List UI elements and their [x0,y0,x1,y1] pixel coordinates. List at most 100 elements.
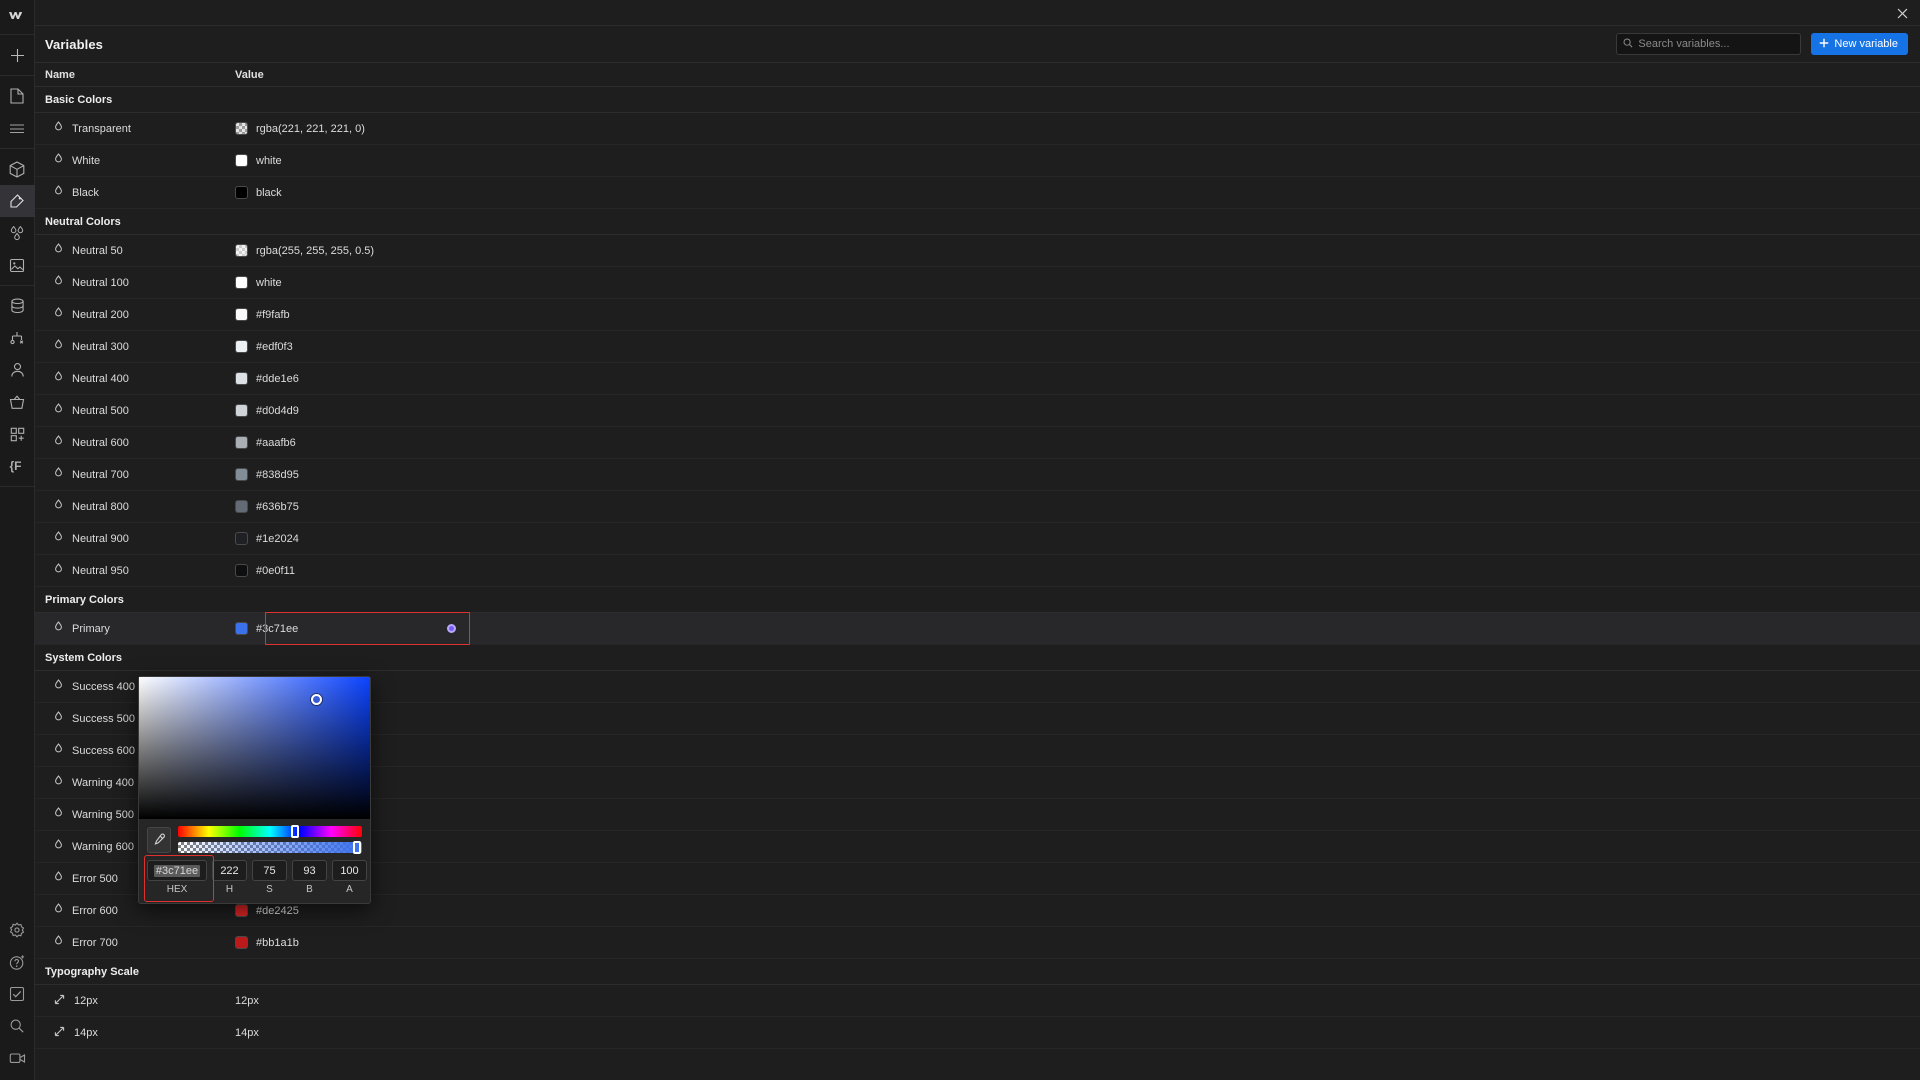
users-icon[interactable] [0,354,35,386]
table-row[interactable]: Neutral 950 #0e0f11 [35,555,1920,587]
table-row[interactable]: Primary #3c71ee [35,612,1920,645]
color-swatch[interactable] [235,404,248,417]
saturation-input[interactable]: 75 [252,860,287,881]
droplet-icon [54,435,63,450]
droplet-icon [54,871,63,886]
table-row[interactable]: Neutral 800 #636b75 [35,491,1920,523]
table-row[interactable]: Black black [35,177,1920,209]
color-swatch[interactable] [235,564,248,577]
ecommerce-icon[interactable] [0,386,35,418]
color-swatch[interactable] [235,500,248,513]
color-swatch[interactable] [235,622,248,635]
saturation-brightness-area[interactable] [139,677,370,819]
table-row[interactable]: White white [35,145,1920,177]
color-swatch[interactable] [235,532,248,545]
color-swatch[interactable] [235,904,248,917]
hex-input[interactable]: #3c71ee [147,860,207,881]
brightness-input[interactable]: 93 [292,860,327,881]
table-row[interactable]: Neutral 900 #1e2024 [35,523,1920,555]
search-variables-box[interactable] [1616,33,1802,55]
logic-icon[interactable] [0,322,35,354]
cms-icon[interactable] [0,290,35,322]
row-value: #dde1e6 [235,372,299,385]
window-titlebar [35,0,1920,26]
row-value-text: #dde1e6 [256,372,299,385]
row-value-text: #d0d4d9 [256,404,299,417]
row-name: Neutral 100 [35,275,235,290]
saturation-field[interactable]: 75 S [252,860,287,895]
table-row[interactable]: Neutral 50 rgba(255, 255, 255, 0.5) [35,235,1920,267]
row-value: white [235,154,282,167]
table-column-headers: Name Value [35,63,1920,87]
color-swatch[interactable] [235,936,248,949]
color-swatch[interactable] [235,244,248,257]
droplet-icon [54,743,63,758]
assets-icon[interactable] [0,249,35,281]
settings-icon[interactable] [0,914,35,946]
color-swatch[interactable] [235,122,248,135]
table-row[interactable]: Neutral 300 #edf0f3 [35,331,1920,363]
row-name: Black [35,185,235,200]
table-row[interactable]: 12px 12px [35,985,1920,1017]
left-toolbar: {F [0,0,35,1080]
webflow-logo[interactable] [0,0,35,35]
table-row[interactable]: Neutral 700 #838d95 [35,459,1920,491]
table-row[interactable]: Neutral 600 #aaafb6 [35,427,1920,459]
hex-field[interactable]: #3c71ee HEX [147,860,207,895]
color-swatch[interactable] [235,468,248,481]
video-icon[interactable] [0,1042,35,1074]
color-swatch[interactable] [235,154,248,167]
row-name: Neutral 950 [35,563,235,578]
variables-icon[interactable] [0,217,35,249]
alpha-field[interactable]: 100 A [332,860,367,895]
audit-icon[interactable] [0,978,35,1010]
color-swatch[interactable] [235,340,248,353]
eyedropper-icon[interactable] [147,826,171,853]
row-value-text: #edf0f3 [256,340,293,353]
row-name-label: White [72,154,101,167]
table-row[interactable]: Neutral 200 #f9fafb [35,299,1920,331]
color-swatch[interactable] [235,436,248,449]
table-row[interactable]: Transparent rgba(221, 221, 221, 0) [35,113,1920,145]
hue-field[interactable]: 222 H [212,860,247,895]
search-icon[interactable] [0,1010,35,1042]
add-icon[interactable] [0,39,35,71]
alpha-slider[interactable] [178,841,362,854]
new-variable-button[interactable]: New variable [1811,33,1908,55]
alpha-slider-handle[interactable] [352,841,361,854]
color-swatch[interactable] [235,276,248,289]
table-row[interactable]: Error 700 #bb1a1b [35,927,1920,959]
color-swatch[interactable] [235,308,248,321]
brightness-field[interactable]: 93 B [292,860,327,895]
apps-icon[interactable] [0,418,35,450]
color-picker-popup[interactable]: #3c71ee HEX 222 H 75 S 93 B 100 A [138,676,371,904]
style-selector-icon[interactable] [0,185,35,217]
alpha-label: A [346,884,353,895]
table-row[interactable]: 14px 14px [35,1017,1920,1049]
pages-icon[interactable] [0,80,35,112]
help-ai-icon[interactable] [0,946,35,978]
table-row[interactable]: Neutral 400 #dde1e6 [35,363,1920,395]
droplet-icon [54,839,63,854]
size-arrow-icon [54,1026,65,1040]
close-icon[interactable] [1892,3,1912,23]
row-name-label: Neutral 600 [72,436,129,449]
search-input[interactable] [1638,38,1795,50]
table-row[interactable]: Neutral 500 #d0d4d9 [35,395,1920,427]
variable-mode-dot[interactable] [447,624,456,633]
hue-input[interactable]: 222 [212,860,247,881]
components-icon[interactable] [0,153,35,185]
color-swatch[interactable] [235,186,248,199]
table-row[interactable]: Neutral 100 white [35,267,1920,299]
color-swatch[interactable] [235,372,248,385]
row-value: #1e2024 [235,532,299,545]
navigator-icon[interactable] [0,112,35,144]
hue-slider-handle[interactable] [291,825,300,838]
hue-slider[interactable] [178,825,362,838]
alpha-input[interactable]: 100 [332,860,367,881]
sb-handle[interactable] [311,694,322,705]
droplet-icon [54,935,63,950]
code-icon[interactable]: {F [0,450,35,482]
row-value-text: #3c71ee [256,622,299,635]
row-name-label: Warning 400 [72,776,134,789]
